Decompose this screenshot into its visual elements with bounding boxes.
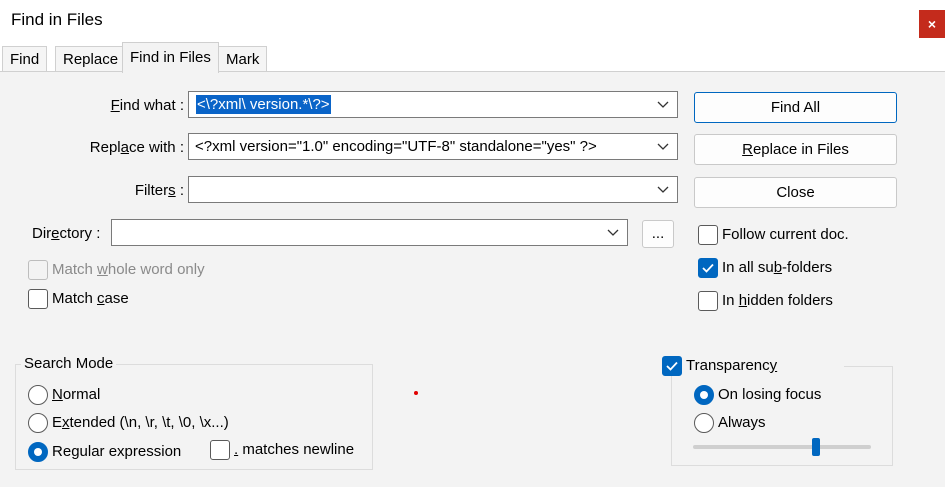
close-button[interactable]: Close	[694, 177, 897, 208]
in-all-subfolders-label: In all sub-folders	[722, 259, 833, 276]
transparency-always-radio[interactable]	[694, 413, 714, 433]
close-icon[interactable]: ×	[919, 10, 945, 38]
find-what-value[interactable]: <\?xml\ version.*\?>	[196, 95, 331, 114]
browse-directory-button[interactable]: ...	[642, 220, 674, 248]
checkmark-icon	[666, 361, 678, 371]
tab-strip: Find Replace Find in Files Mark	[0, 42, 945, 73]
follow-current-doc-checkbox[interactable]	[698, 225, 718, 245]
tab-mark[interactable]: Mark	[218, 46, 268, 72]
search-mode-normal-radio[interactable]	[28, 385, 48, 405]
match-case-checkbox[interactable]	[28, 289, 48, 309]
transparency-slider-thumb[interactable]	[811, 438, 820, 456]
chevron-down-icon[interactable]	[607, 226, 619, 238]
search-mode-regex-radio[interactable]	[28, 442, 48, 462]
transparency-always-label: Always	[718, 414, 766, 431]
directory-label: Directory :	[32, 225, 101, 242]
chevron-down-icon[interactable]	[657, 140, 669, 152]
chevron-down-icon[interactable]	[657, 183, 669, 195]
window-title: Find in Files	[11, 10, 103, 29]
replace-in-files-button[interactable]: Replace in Files	[694, 134, 897, 165]
search-mode-title: Search Mode	[21, 354, 117, 374]
find-what-label: Find what :	[110, 97, 184, 114]
chevron-down-icon[interactable]	[657, 98, 669, 110]
checkmark-icon	[702, 263, 714, 273]
search-mode-extended-label: Extended (\n, \r, \t, \0, \x...)	[52, 414, 229, 431]
in-all-subfolders-checkbox[interactable]	[698, 258, 718, 278]
matches-newline-label: . matches newline	[234, 441, 355, 458]
transparency-title: Transparency	[658, 356, 844, 376]
filters-label: Filters :	[134, 182, 184, 199]
match-whole-word-checkbox[interactable]	[28, 260, 48, 280]
transparency-checkbox[interactable]	[662, 356, 682, 376]
directory-combo[interactable]	[111, 219, 628, 246]
matches-newline-checkbox[interactable]	[210, 440, 230, 460]
search-mode-extended-radio[interactable]	[28, 413, 48, 433]
title-bar: Find in Files ×	[0, 0, 945, 42]
replace-with-value[interactable]: <?xml version="1.0" encoding="UTF-8" sta…	[195, 137, 597, 156]
match-whole-word-label: Match whole word only	[52, 261, 205, 278]
transparency-on-losing-focus-label: On losing focus	[718, 386, 822, 403]
search-mode-regex-label: Regular expression	[52, 443, 182, 460]
tab-replace[interactable]: Replace	[55, 46, 127, 72]
replace-with-label: Replace with :	[89, 139, 184, 156]
in-hidden-folders-checkbox[interactable]	[698, 291, 718, 311]
match-case-label: Match case	[52, 290, 129, 307]
in-hidden-folders-label: In hidden folders	[722, 292, 833, 309]
search-mode-normal-label: Normal	[52, 386, 101, 403]
tab-find[interactable]: Find	[2, 46, 48, 72]
transparency-on-losing-focus-radio[interactable]	[694, 385, 714, 405]
transparency-slider-track[interactable]	[693, 445, 871, 449]
find-all-button[interactable]: Find All	[694, 92, 897, 123]
replace-with-combo[interactable]: <?xml version="1.0" encoding="UTF-8" sta…	[188, 133, 678, 160]
tab-find-in-files[interactable]: Find in Files	[122, 42, 219, 73]
filters-combo[interactable]	[188, 176, 678, 203]
find-what-combo[interactable]: <\?xml\ version.*\?>	[188, 91, 678, 118]
follow-current-doc-label: Follow current doc.	[722, 226, 849, 243]
red-dot	[414, 391, 418, 395]
